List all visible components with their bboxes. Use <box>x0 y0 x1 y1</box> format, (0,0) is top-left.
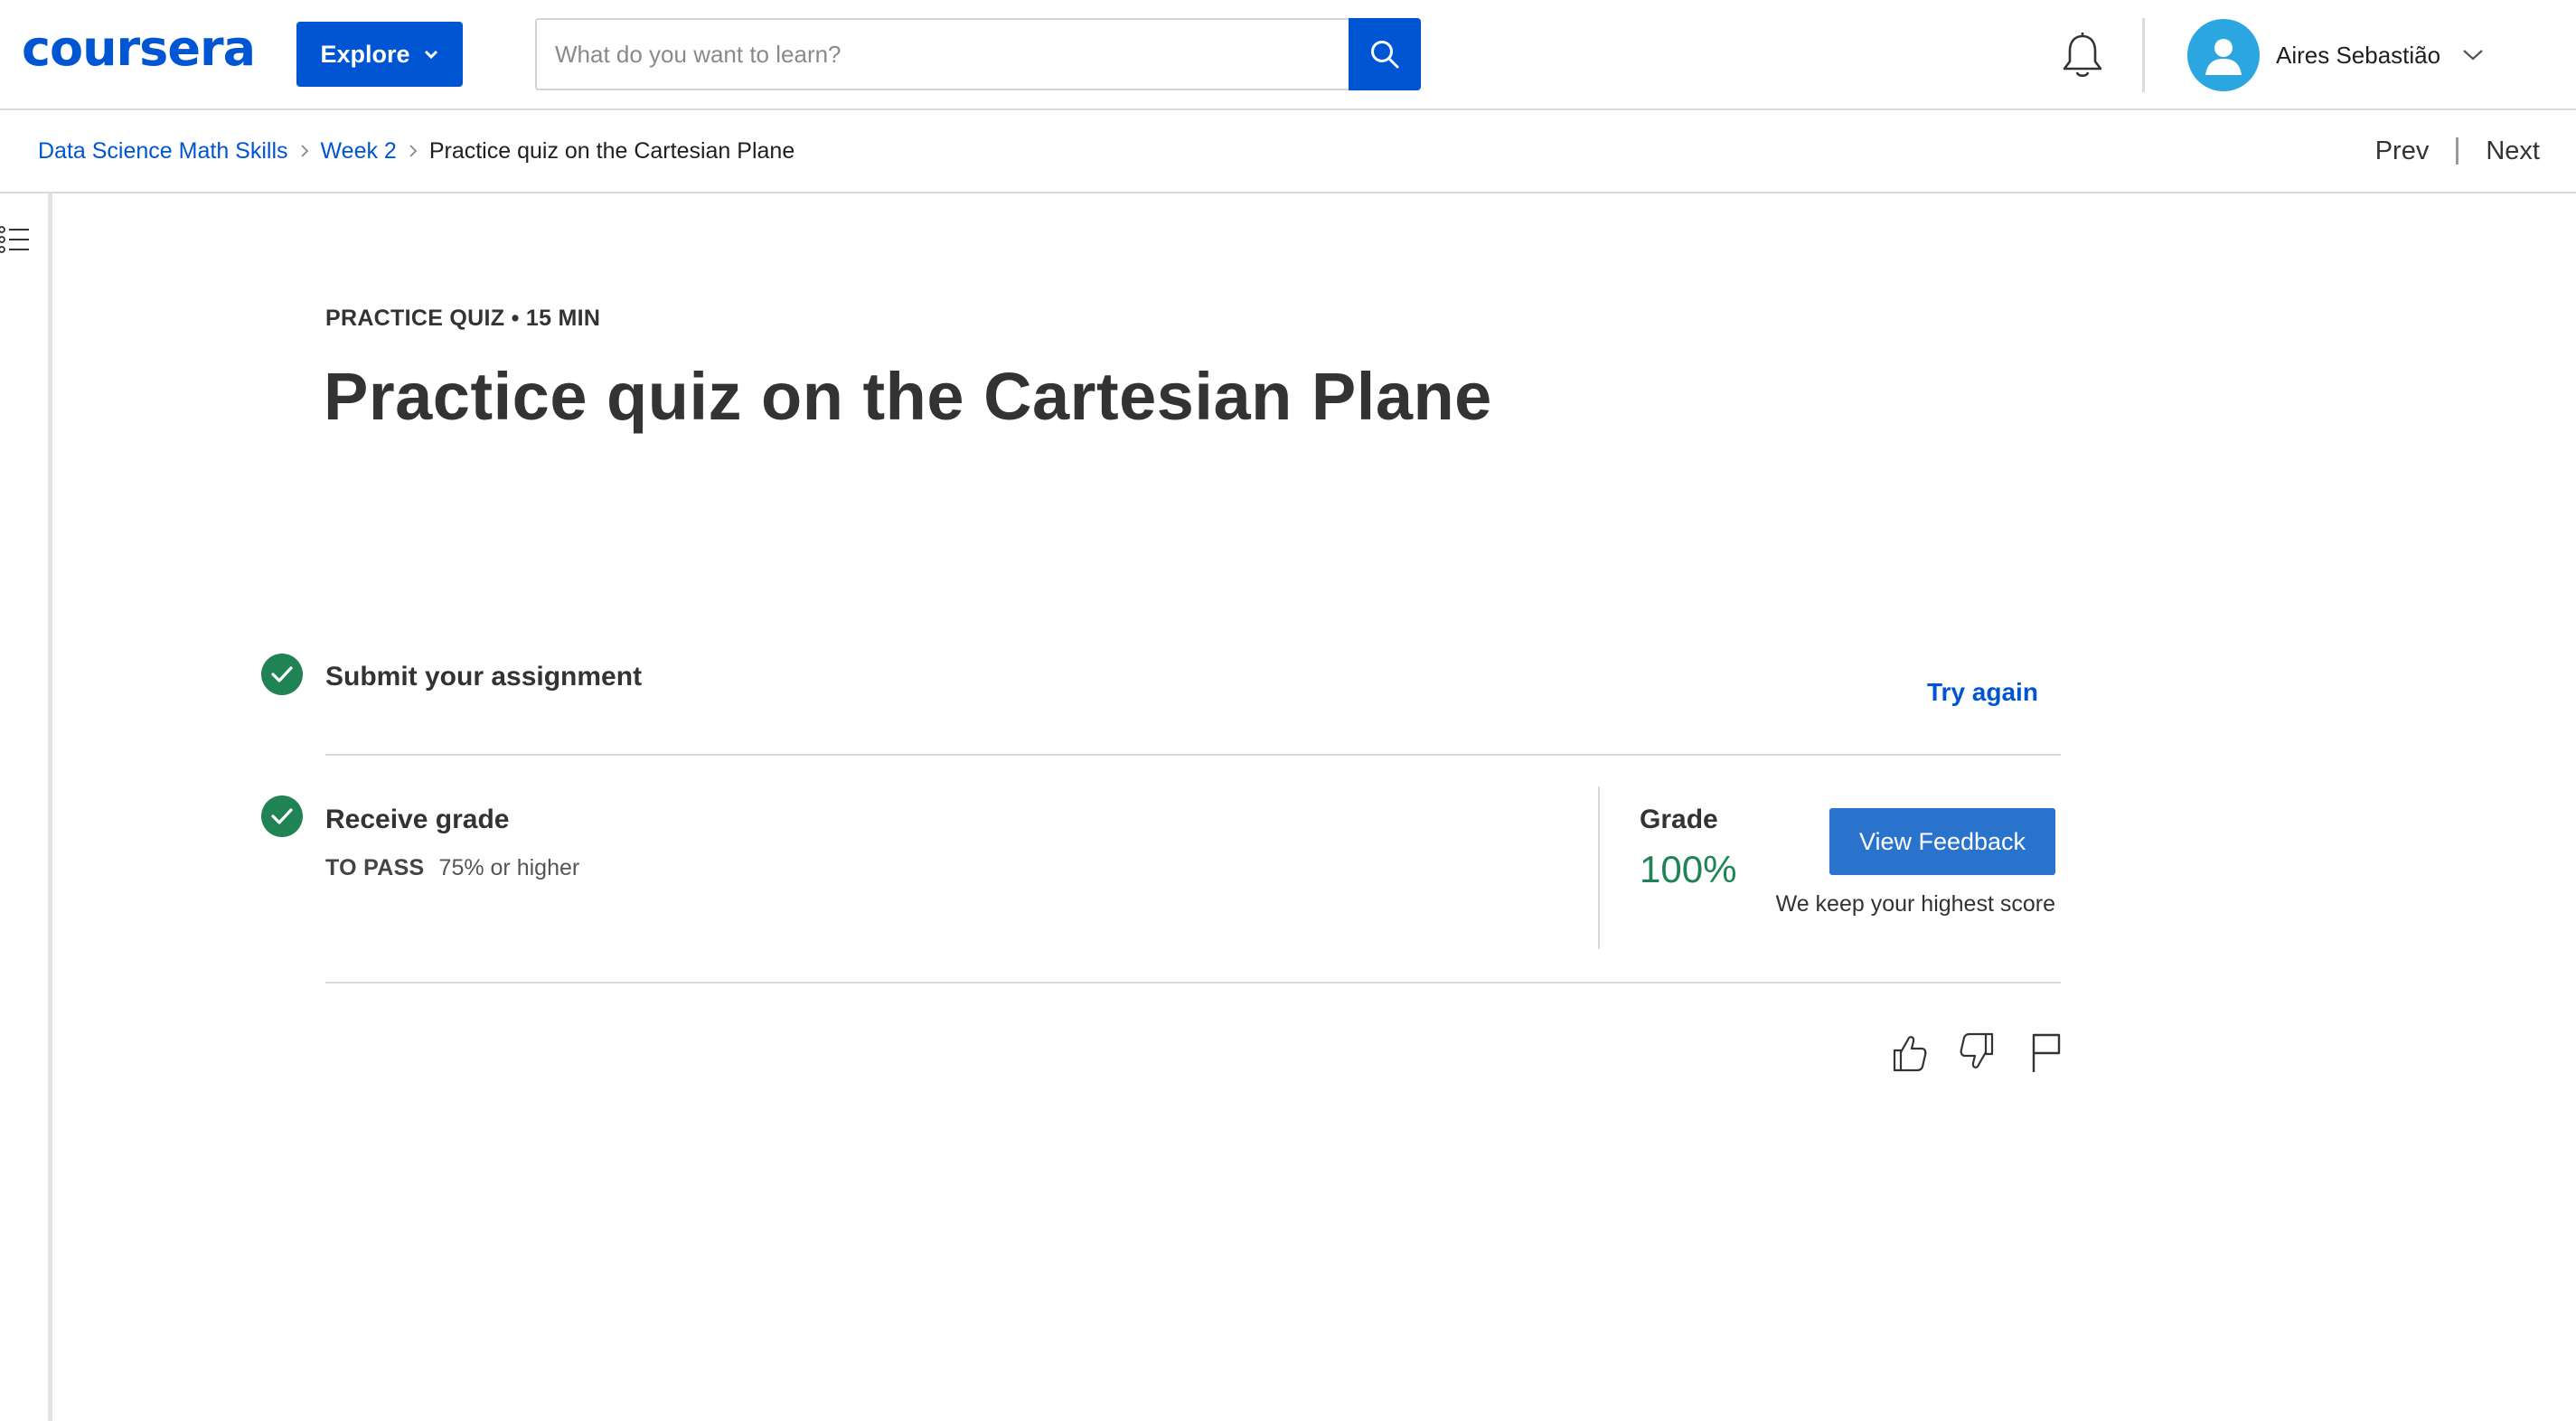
user-name: Aires Sebastião <box>2276 41 2441 69</box>
outline-icon[interactable] <box>0 224 31 255</box>
flag-icon[interactable] <box>2026 1030 2066 1074</box>
check-icon <box>261 795 303 837</box>
explore-button-label: Explore <box>320 40 410 68</box>
receive-grade-label: Receive grade <box>325 805 510 834</box>
top-navigation-bar: coursera Explore Aires Sebastião <box>0 0 2576 110</box>
user-menu[interactable]: Aires Sebastião <box>2187 18 2484 92</box>
next-link[interactable]: Next <box>2486 136 2540 166</box>
thumbs-up-icon[interactable] <box>1889 1030 1929 1074</box>
chevron-down-icon <box>2463 50 2483 61</box>
to-pass-value: 75% or higher <box>438 855 580 880</box>
page-title: Practice quiz on the Cartesian Plane <box>324 359 1492 434</box>
search-field[interactable] <box>535 18 1349 90</box>
explore-button[interactable]: Explore <box>296 22 463 87</box>
prev-next-nav: Prev Next <box>2375 110 2540 192</box>
thumbs-down-icon[interactable] <box>1958 1030 1998 1074</box>
breadcrumb-bar: Data Science Math Skills Week 2 Practice… <box>0 110 2576 193</box>
section-divider <box>325 982 2061 983</box>
coursera-logo[interactable]: coursera <box>22 20 256 77</box>
search-button[interactable] <box>1349 18 1421 90</box>
search-input[interactable] <box>537 20 1349 89</box>
nav-divider <box>2456 137 2459 165</box>
chevron-down-icon <box>424 50 437 60</box>
section-divider <box>325 754 2061 756</box>
avatar-icon <box>2187 19 2260 91</box>
breadcrumb-week[interactable]: Week 2 <box>321 138 397 165</box>
content-feedback-actions <box>1889 1030 2066 1074</box>
prev-link[interactable]: Prev <box>2375 136 2430 166</box>
highest-score-note: We keep your highest score <box>1775 891 2055 917</box>
bell-icon[interactable] <box>2059 31 2106 81</box>
search-icon <box>1371 41 1399 69</box>
quiz-meta: PRACTICE QUIZ • 15 MIN <box>325 306 601 331</box>
to-pass-requirement: TO PASS 75% or higher <box>325 855 579 881</box>
grade-value: 100% <box>1640 848 1737 890</box>
chevron-right-icon <box>397 144 429 158</box>
breadcrumb-course[interactable]: Data Science Math Skills <box>38 138 288 165</box>
breadcrumb: Data Science Math Skills Week 2 Practice… <box>38 110 794 192</box>
chevron-right-icon <box>288 144 321 158</box>
view-feedback-button[interactable]: View Feedback <box>1829 808 2055 875</box>
course-outline-rail <box>0 193 52 1421</box>
grade-divider <box>1598 786 1600 949</box>
header-divider <box>2142 18 2145 92</box>
submit-assignment-label: Submit your assignment <box>325 662 643 692</box>
to-pass-label: TO PASS <box>325 855 425 880</box>
breadcrumb-current: Practice quiz on the Cartesian Plane <box>428 137 795 164</box>
grade-label: Grade <box>1640 805 1718 834</box>
try-again-link[interactable]: Try again <box>1927 678 2038 707</box>
check-icon <box>261 654 303 695</box>
